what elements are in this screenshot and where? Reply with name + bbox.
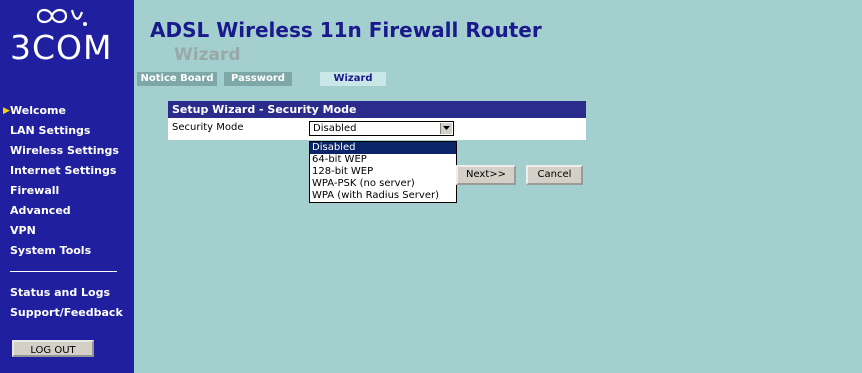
logout-button[interactable]: LOG OUT bbox=[12, 340, 94, 357]
dropdown-option-64-bit-wep[interactable]: 64-bit WEP bbox=[310, 154, 456, 166]
security-mode-value: Disabled bbox=[313, 123, 357, 134]
next-button[interactable]: Next>> bbox=[456, 165, 516, 185]
current-page-arrow-icon: ▶ bbox=[3, 106, 10, 116]
page-subtitle: Wizard bbox=[174, 45, 241, 65]
sidebar-item-vpn[interactable]: VPN bbox=[10, 221, 36, 241]
sidebar-item-label: LAN Settings bbox=[10, 124, 91, 137]
dropdown-option-wpa-psk[interactable]: WPA-PSK (no server) bbox=[310, 178, 456, 190]
sidebar-item-label: Welcome bbox=[10, 104, 66, 117]
dropdown-option-128-bit-wep[interactable]: 128-bit WEP bbox=[310, 166, 456, 178]
security-mode-select[interactable]: Disabled bbox=[309, 121, 454, 136]
sidebar-item-wireless-settings[interactable]: Wireless Settings bbox=[10, 141, 119, 161]
sidebar-item-label: Advanced bbox=[10, 204, 71, 217]
security-mode-label: Security Mode bbox=[172, 122, 244, 133]
sidebar-item-label: Wireless Settings bbox=[10, 144, 119, 157]
chevron-down-icon[interactable] bbox=[440, 123, 452, 134]
tab-notice-board[interactable]: Notice Board bbox=[137, 72, 217, 86]
tab-password[interactable]: Password bbox=[224, 72, 292, 86]
dropdown-option-wpa-radius[interactable]: WPA (with Radius Server) bbox=[310, 190, 456, 202]
setup-wizard-panel: Setup Wizard - Security Mode Security Mo… bbox=[168, 101, 586, 140]
dropdown-option-disabled[interactable]: Disabled bbox=[310, 142, 456, 154]
sidebar-item-advanced[interactable]: Advanced bbox=[10, 201, 71, 221]
security-mode-row: Security Mode Disabled bbox=[168, 118, 586, 140]
sidebar-item-firewall[interactable]: Firewall bbox=[10, 181, 59, 201]
logo-swirl-icon bbox=[36, 8, 87, 26]
page-title: ADSL Wireless 11n Firewall Router bbox=[150, 18, 542, 42]
sidebar-item-label: Firewall bbox=[10, 184, 60, 197]
sidebar-item-internet-settings[interactable]: Internet Settings bbox=[10, 161, 116, 181]
sidebar-item-label: Internet Settings bbox=[10, 164, 117, 177]
logo-text: 3COM bbox=[10, 28, 113, 67]
sidebar-item-status-and-logs[interactable]: Status and Logs bbox=[10, 283, 110, 303]
security-mode-dropdown: Disabled 64-bit WEP 128-bit WEP WPA-PSK … bbox=[309, 141, 457, 203]
page-header: ADSL Wireless 11n Firewall Router Wizard… bbox=[134, 0, 862, 86]
cancel-button[interactable]: Cancel bbox=[526, 165, 583, 185]
panel-title: Setup Wizard - Security Mode bbox=[168, 101, 586, 118]
sidebar-divider bbox=[10, 271, 117, 272]
sidebar-item-label: VPN bbox=[10, 224, 36, 237]
sidebar-item-welcome[interactable]: ▶ Welcome bbox=[3, 101, 66, 121]
sidebar-item-lan-settings[interactable]: LAN Settings bbox=[10, 121, 90, 141]
sidebar-item-label: Support/Feedback bbox=[10, 306, 123, 319]
sidebar-item-label: Status and Logs bbox=[10, 286, 111, 299]
3com-logo: 3COM bbox=[0, 0, 134, 92]
tab-wizard[interactable]: Wizard bbox=[320, 72, 386, 86]
sidebar-item-label: System Tools bbox=[10, 244, 92, 257]
sidebar-item-support-feedback[interactable]: Support/Feedback bbox=[10, 303, 123, 323]
sidebar: 3COM ▶ Welcome LAN Settings Wireless Set… bbox=[0, 0, 134, 373]
sidebar-item-system-tools[interactable]: System Tools bbox=[10, 241, 91, 261]
